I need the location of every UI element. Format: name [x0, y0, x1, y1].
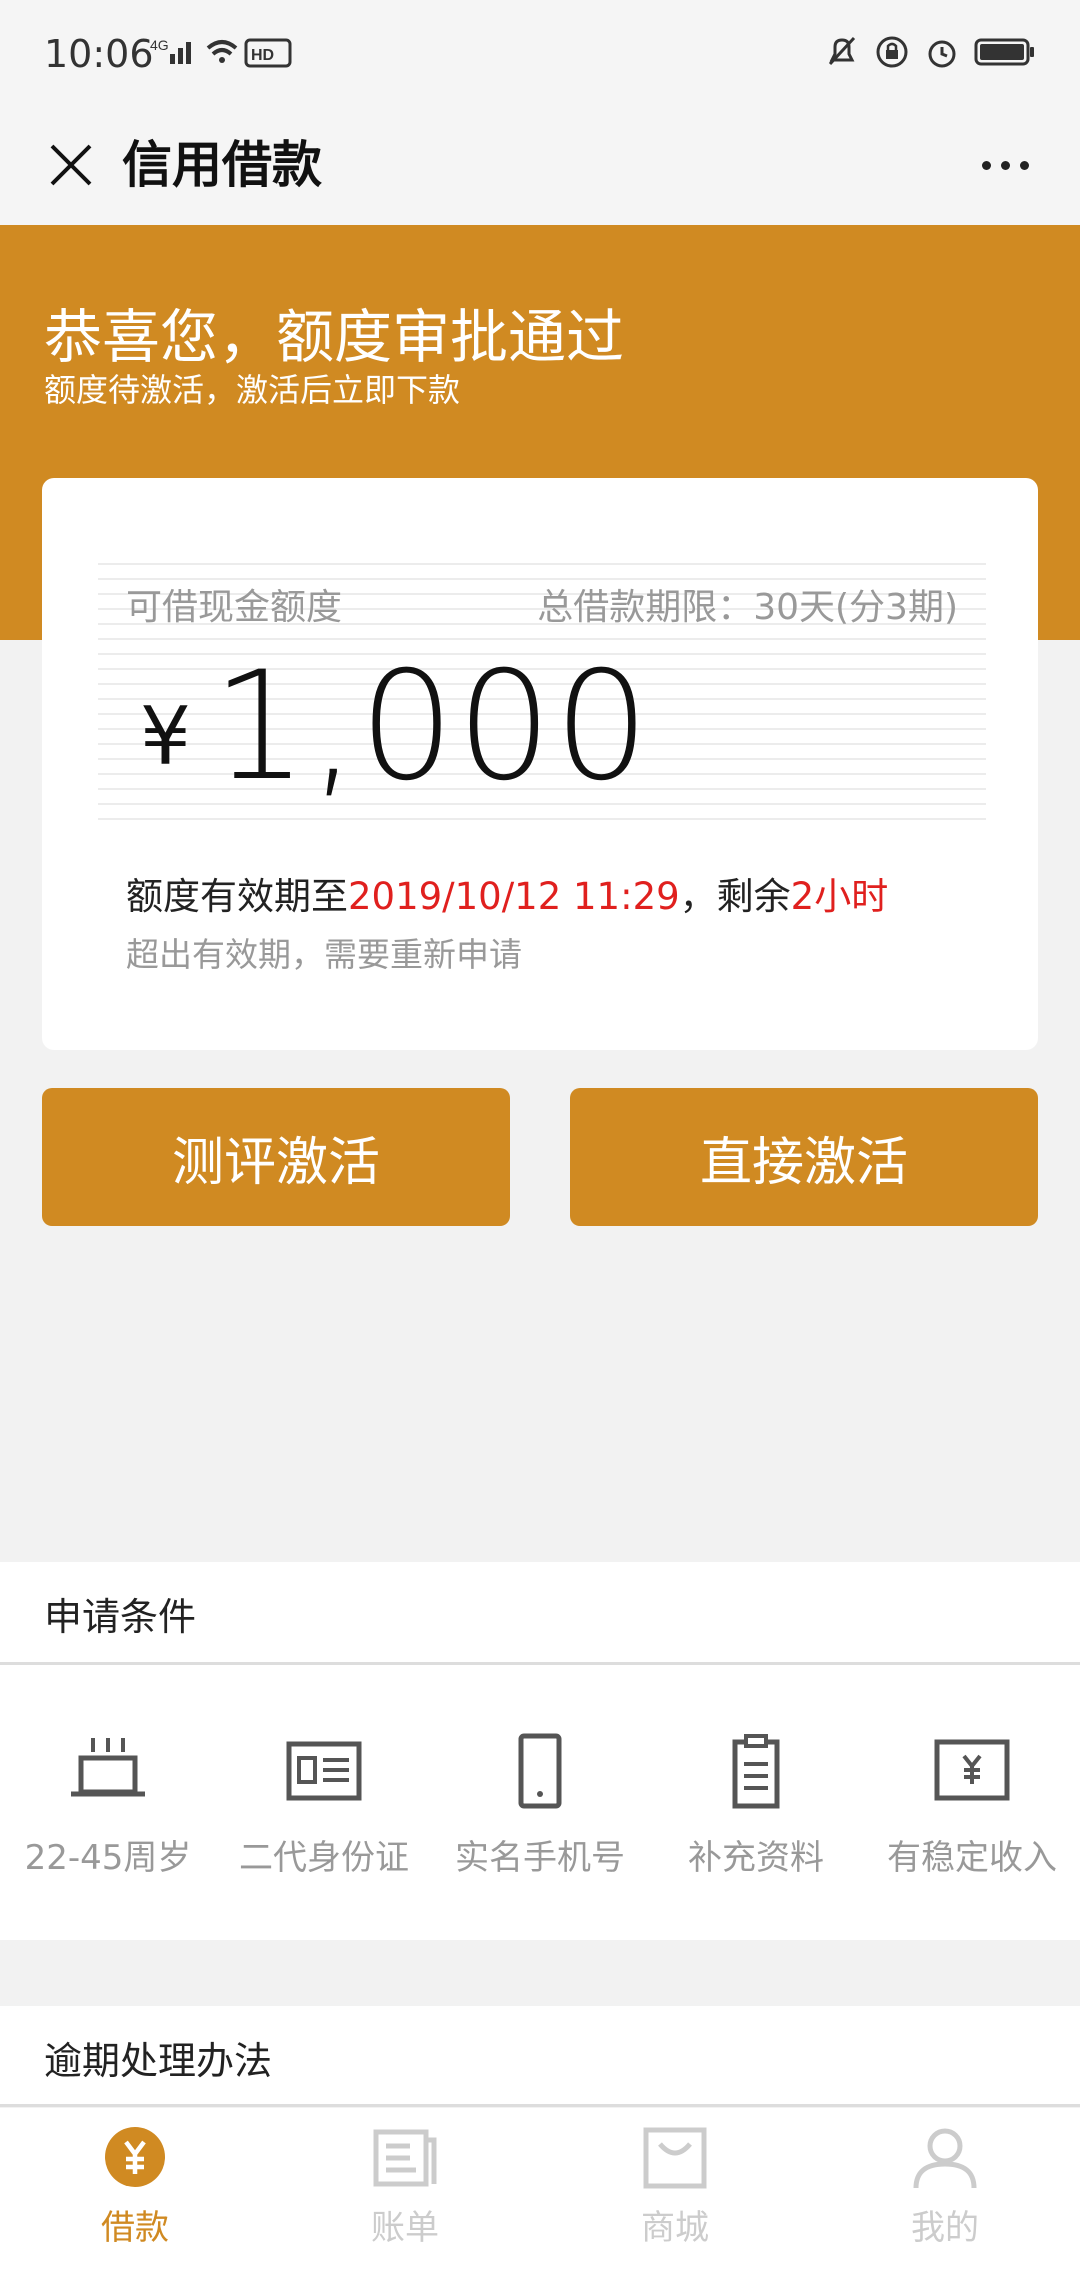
close-icon — [50, 144, 92, 186]
currency-symbol: ¥ — [140, 690, 191, 783]
alarm-icon — [928, 40, 956, 68]
loan-icon — [105, 2127, 165, 2187]
approval-title: 恭喜您，额度审批通过 — [44, 303, 625, 371]
more-dot — [1000, 160, 1010, 170]
more-dot — [981, 160, 991, 170]
condition-label: 补充资料 — [688, 1838, 824, 1878]
condition-item-phone: 实名手机号 — [432, 1732, 648, 1879]
loan-term: 总借款期限：30天(分3期) — [537, 587, 958, 628]
approval-subtitle: 额度待激活，激活后立即下款 — [44, 371, 461, 409]
condition-label: 22-45周岁 — [24, 1838, 192, 1878]
condition-label: 实名手机号 — [455, 1838, 625, 1878]
tab-bill[interactable]: 账单 — [270, 2108, 540, 2280]
phone-icon — [518, 1733, 562, 1809]
tab-label: 借款 — [101, 2208, 169, 2248]
bottom-tab-bar: 借款 账单 商城 我的 — [0, 2108, 1080, 2280]
application-conditions: 申请条件 22-45周岁 二代身份证 实名手机号 补充资料 有稳定收入 — [0, 1562, 1080, 1940]
close-button[interactable] — [36, 130, 106, 200]
income-icon — [934, 1739, 1010, 1801]
condition-label: 有稳定收入 — [887, 1838, 1057, 1878]
svg-text:4G: 4G — [150, 37, 169, 53]
battery-icon — [974, 38, 1034, 66]
credit-limit-card: 可借现金额度 总借款期限：30天(分3期) ¥ 1,000 额度有效期至2019… — [42, 478, 1038, 1050]
tab-label: 我的 — [911, 2208, 979, 2248]
validity-date: 2019/10/12 11:29 — [348, 875, 680, 918]
profile-icon — [913, 2128, 977, 2189]
bill-icon — [373, 2129, 437, 2187]
condition-item-income: 有稳定收入 — [864, 1732, 1080, 1879]
tab-profile[interactable]: 我的 — [810, 2108, 1080, 2280]
validity-remaining: 2小时 — [790, 875, 889, 918]
cake-icon — [71, 1738, 145, 1797]
validity-note: 超出有效期，需要重新申请 — [126, 935, 522, 974]
more-options-button[interactable] — [960, 130, 1050, 200]
validity-prefix: 额度有效期至 — [126, 875, 348, 918]
tab-label: 账单 — [371, 2208, 439, 2248]
status-icons — [824, 34, 1036, 70]
tab-loan[interactable]: 借款 — [0, 2108, 270, 2280]
direct-activate-button[interactable]: 直接激活 — [570, 1088, 1038, 1226]
conditions-header: 申请条件 — [44, 1595, 197, 1639]
validity-mid: ，剩余 — [679, 875, 791, 918]
overdue-policy-row[interactable]: 逾期处理办法 — [0, 2006, 1080, 2107]
title-bar: 信用借款 — [0, 110, 1080, 225]
overdue-header: 逾期处理办法 — [44, 2039, 273, 2083]
tab-mall[interactable]: 商城 — [540, 2108, 810, 2280]
signal-icon: 4G HD — [150, 34, 300, 74]
condition-item-materials: 补充资料 — [648, 1732, 864, 1879]
credit-label: 可借现金额度 — [126, 587, 343, 628]
clipboard-icon — [732, 1734, 780, 1809]
credit-amount: 1,000 — [212, 640, 652, 814]
condition-item-id: 二代身份证 — [216, 1732, 432, 1879]
lock-rotation-icon — [876, 36, 908, 68]
mall-icon — [643, 2127, 707, 2189]
mute-bell-icon — [828, 36, 856, 66]
status-bar: 10:06 4G HD — [0, 0, 1080, 110]
tab-label: 商城 — [641, 2208, 709, 2248]
divider — [0, 2104, 1080, 2107]
page-title: 信用借款 — [122, 136, 322, 194]
divider — [0, 1662, 1080, 1665]
condition-item-age: 22-45周岁 — [0, 1732, 216, 1879]
condition-label: 二代身份证 — [239, 1838, 409, 1878]
evaluate-activate-button[interactable]: 测评激活 — [42, 1088, 510, 1226]
svg-text:HD: HD — [251, 47, 274, 64]
status-time: 10:06 — [44, 32, 154, 76]
validity-text: 额度有效期至2019/10/12 11:29，剩余2小时 — [126, 866, 888, 920]
id-card-icon — [286, 1741, 362, 1801]
more-dot — [1019, 160, 1029, 170]
